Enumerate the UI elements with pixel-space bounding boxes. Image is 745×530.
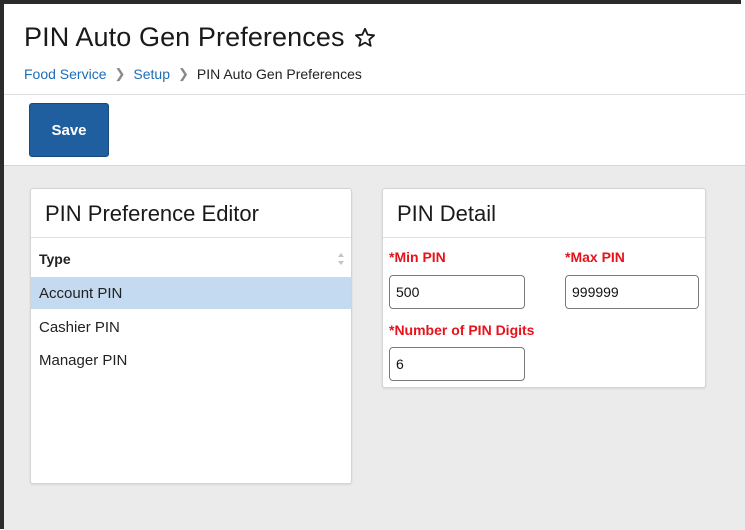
- pin-preference-editor-panel: PIN Preference Editor Type Account PIN C…: [30, 188, 352, 484]
- title-row: PIN Auto Gen Preferences: [24, 22, 377, 53]
- list-item-label: Cashier PIN: [39, 318, 120, 336]
- max-pin-label: *Max PIN: [565, 249, 625, 265]
- breadcrumb: Food Service ❯ Setup ❯ PIN Auto Gen Pref…: [24, 66, 362, 82]
- chevron-right-icon: ❯: [177, 66, 189, 81]
- toolbar: Save: [4, 95, 745, 165]
- page-title: PIN Auto Gen Preferences: [24, 22, 345, 52]
- panel-divider: [383, 237, 705, 238]
- page-header: PIN Auto Gen Preferences Food Service ❯ …: [4, 4, 745, 94]
- breadcrumb-setup[interactable]: Setup: [133, 66, 170, 82]
- list-item-label: Account PIN: [39, 284, 123, 302]
- panel-title: PIN Detail: [397, 201, 497, 226]
- list-item-cashier-pin[interactable]: Cashier PIN: [31, 311, 351, 343]
- chevron-right-icon: ❯: [114, 66, 126, 81]
- panel-title: PIN Preference Editor: [45, 201, 259, 226]
- panel-divider: [31, 237, 351, 238]
- star-outline-icon[interactable]: [353, 26, 377, 50]
- list-item-label: Manager PIN: [39, 351, 128, 369]
- list-item-manager-pin[interactable]: Manager PIN: [31, 344, 351, 376]
- save-button[interactable]: Save: [29, 103, 109, 157]
- list-item-account-pin[interactable]: Account PIN: [31, 277, 351, 309]
- number-of-pin-digits-input[interactable]: [389, 347, 525, 381]
- min-pin-label: *Min PIN: [389, 249, 446, 265]
- type-column-header[interactable]: Type: [31, 243, 351, 275]
- number-of-pin-digits-label: *Number of PIN Digits: [389, 322, 535, 338]
- min-pin-input[interactable]: [389, 275, 525, 309]
- column-header-label: Type: [39, 251, 71, 267]
- pin-detail-panel: PIN Detail *Min PIN *Max PIN *Number of …: [382, 188, 706, 388]
- max-pin-input[interactable]: [565, 275, 699, 309]
- breadcrumb-food-service[interactable]: Food Service: [24, 66, 106, 82]
- workarea: PIN Preference Editor Type Account PIN C…: [4, 165, 745, 530]
- breadcrumb-current: PIN Auto Gen Preferences: [196, 66, 362, 82]
- sort-icon[interactable]: [337, 252, 345, 266]
